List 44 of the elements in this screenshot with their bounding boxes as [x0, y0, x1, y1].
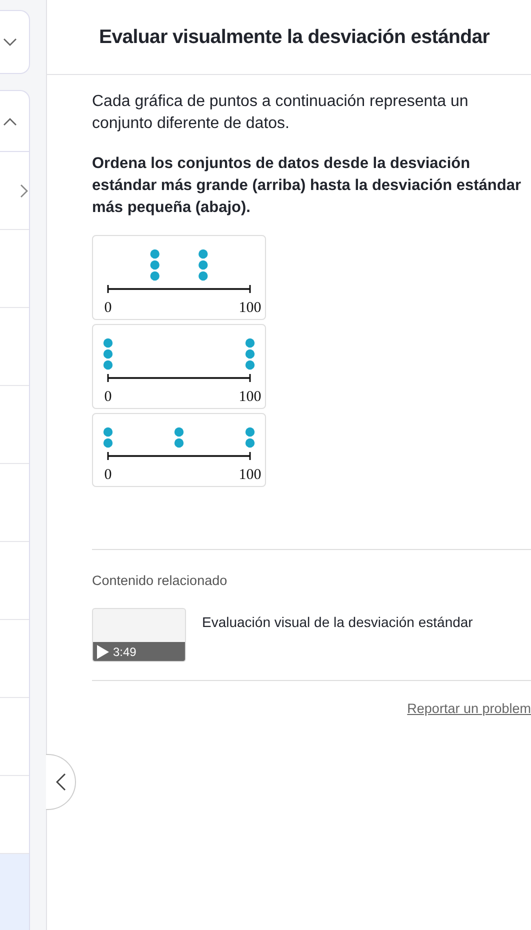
data-dot	[245, 438, 255, 448]
dot-plot-card[interactable]: 0 100	[92, 235, 266, 320]
axis-label: 0	[104, 467, 112, 483]
data-dot	[103, 338, 113, 348]
sidebar-section[interactable]	[0, 90, 30, 152]
chevron-icon	[3, 38, 17, 46]
sidebar-item[interactable]	[0, 853, 29, 930]
data-dot	[103, 438, 113, 448]
data-dot	[103, 360, 113, 370]
axis-label: 0	[104, 389, 112, 405]
dot-plot-card[interactable]: 0 100	[92, 324, 266, 409]
data-dot	[150, 260, 160, 270]
data-dot	[245, 338, 255, 348]
instruction-text: Ordena los conjuntos de datos desde la desviación estándar más grande (arriba) hasta la desviación estándar más pequeña (abajo).	[92, 154, 522, 218]
video-thumbnail[interactable]: 3:49	[92, 608, 186, 662]
intro-text: Cada gráfica de puntos a continuación representa un conjunto diferente de datos.	[92, 92, 470, 134]
page-title: Evaluar visualmente la desviación estándar	[99, 26, 490, 48]
data-dot	[103, 427, 113, 437]
sidebar-section[interactable]	[0, 10, 30, 74]
data-dot	[103, 349, 113, 359]
video-duration: 3:49	[113, 644, 136, 658]
collapse-button[interactable]	[46, 754, 76, 810]
play-icon	[97, 644, 109, 658]
data-dot	[198, 249, 208, 259]
data-dot	[198, 271, 208, 281]
report-link[interactable]: Reportar un problem	[407, 701, 531, 716]
chevron-icon	[3, 116, 17, 126]
axis-label: 100	[238, 300, 262, 316]
axis-label: 100	[238, 389, 262, 405]
chevron-left-icon	[56, 773, 66, 791]
data-dot	[150, 271, 160, 281]
data-dot	[198, 260, 208, 270]
data-dot	[174, 438, 184, 448]
data-dot	[245, 427, 255, 437]
dot-plot-card[interactable]: 0 100	[92, 413, 266, 487]
data-dot	[245, 360, 255, 370]
video-title-link[interactable]: Evaluación visual de la desviación estándar	[202, 614, 473, 662]
data-dot	[150, 249, 160, 259]
data-dot	[245, 349, 255, 359]
related-heading: Contenido relacionado	[92, 573, 228, 588]
chevron-right-icon	[20, 184, 29, 198]
data-dot	[174, 427, 184, 437]
axis-label: 100	[238, 467, 262, 483]
axis-label: 0	[104, 300, 112, 316]
